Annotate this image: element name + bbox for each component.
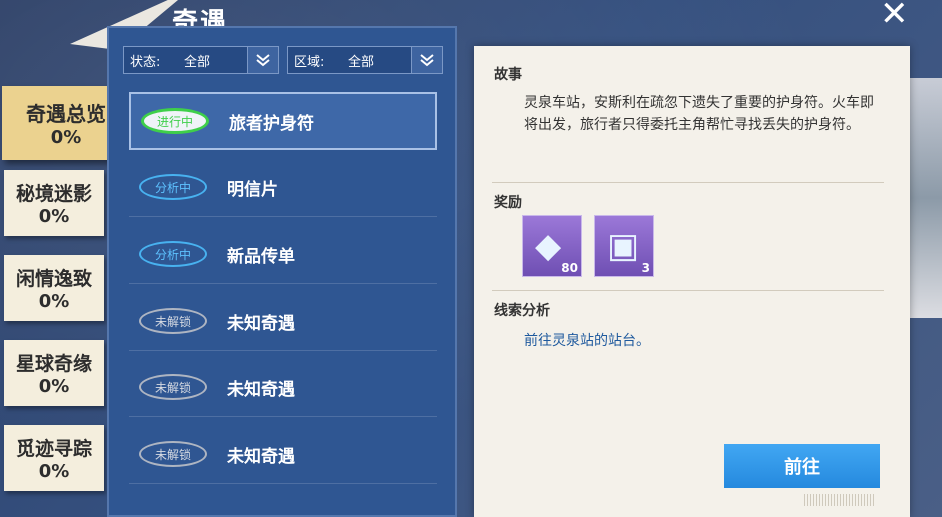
list-item[interactable]: 分析中 新品传单 [129, 225, 437, 284]
tab-progress: 0% [38, 461, 70, 482]
tab-trace[interactable]: 觅迹寻踪 0% [4, 425, 104, 491]
encounter-list-panel: 状态: 全部 区域: 全部 进行中 旅者护身符 分析中 明信片 分析中 新品传单… [107, 26, 457, 517]
status-filter-value: 全部 [184, 54, 211, 70]
reward-count: 80 [561, 261, 578, 275]
tab-label: 秘境迷影 [15, 183, 92, 205]
status-badge: 进行中 [141, 108, 209, 134]
status-badge: 未解锁 [139, 441, 207, 467]
item-name: 明信片 [227, 179, 278, 200]
list-item[interactable]: 进行中 旅者护身符 [129, 92, 437, 150]
tab-label: 星球奇缘 [15, 353, 92, 375]
tab-progress: 0% [50, 127, 82, 148]
status-badge: 分析中 [139, 174, 207, 200]
status-filter-label: 状态: [130, 54, 161, 70]
chevron-down-icon[interactable] [247, 47, 278, 73]
tab-leisure[interactable]: 闲情逸致 0% [4, 255, 104, 321]
reward-item[interactable]: ▣ 3 [594, 215, 654, 277]
clue-text: 前往灵泉站的站台。 [524, 333, 650, 349]
case-icon: ▣ [607, 226, 640, 266]
tab-label: 闲情逸致 [15, 268, 92, 290]
go-button[interactable]: 前往 [724, 444, 880, 488]
reward-title: 奖励 [494, 195, 522, 211]
tab-progress: 0% [38, 291, 70, 312]
region-filter-label: 区域: [294, 54, 325, 70]
region-filter[interactable]: 区域: 全部 [287, 46, 443, 74]
status-badge: 未解锁 [139, 308, 207, 334]
tab-label: 觅迹寻踪 [15, 438, 92, 460]
item-name: 未知奇遇 [227, 313, 295, 334]
background-photo [908, 78, 942, 318]
list-item[interactable]: 未解锁 未知奇遇 [129, 292, 437, 351]
detail-panel: 故事 灵泉车站，安斯利在疏忽下遗失了重要的护身符。火车即将出发，旅行者只得委托主… [474, 46, 910, 517]
story-title: 故事 [494, 67, 522, 83]
diamond-icon: ◆ [535, 226, 562, 266]
divider [492, 182, 884, 183]
barcode-decoration [804, 494, 874, 506]
tab-progress: 0% [38, 206, 70, 227]
tab-planet[interactable]: 星球奇缘 0% [4, 340, 104, 406]
reward-count: 3 [641, 261, 650, 275]
clue-title: 线索分析 [494, 303, 550, 319]
item-name: 旅者护身符 [229, 113, 314, 134]
status-filter[interactable]: 状态: 全部 [123, 46, 279, 74]
status-badge: 分析中 [139, 241, 207, 267]
region-filter-value: 全部 [348, 54, 375, 70]
list-item[interactable]: 未解锁 未知奇遇 [129, 358, 437, 417]
story-text: 灵泉车站，安斯利在疏忽下遗失了重要的护身符。火车即将出发，旅行者只得委托主角帮忙… [524, 95, 874, 133]
tab-label: 奇遇总览 [26, 102, 106, 126]
list-item[interactable]: 分析中 明信片 [129, 158, 437, 217]
item-name: 未知奇遇 [227, 446, 295, 467]
item-name: 新品传单 [227, 246, 295, 267]
chevron-down-icon[interactable] [411, 47, 442, 73]
item-name: 未知奇遇 [227, 379, 295, 400]
close-icon[interactable]: ✕ [880, 0, 909, 34]
tab-secret-realm[interactable]: 秘境迷影 0% [4, 170, 104, 236]
reward-item[interactable]: ◆ 80 [522, 215, 582, 277]
divider [492, 290, 884, 291]
list-item[interactable]: 未解锁 未知奇遇 [129, 425, 437, 484]
status-badge: 未解锁 [139, 374, 207, 400]
tab-progress: 0% [38, 376, 70, 397]
